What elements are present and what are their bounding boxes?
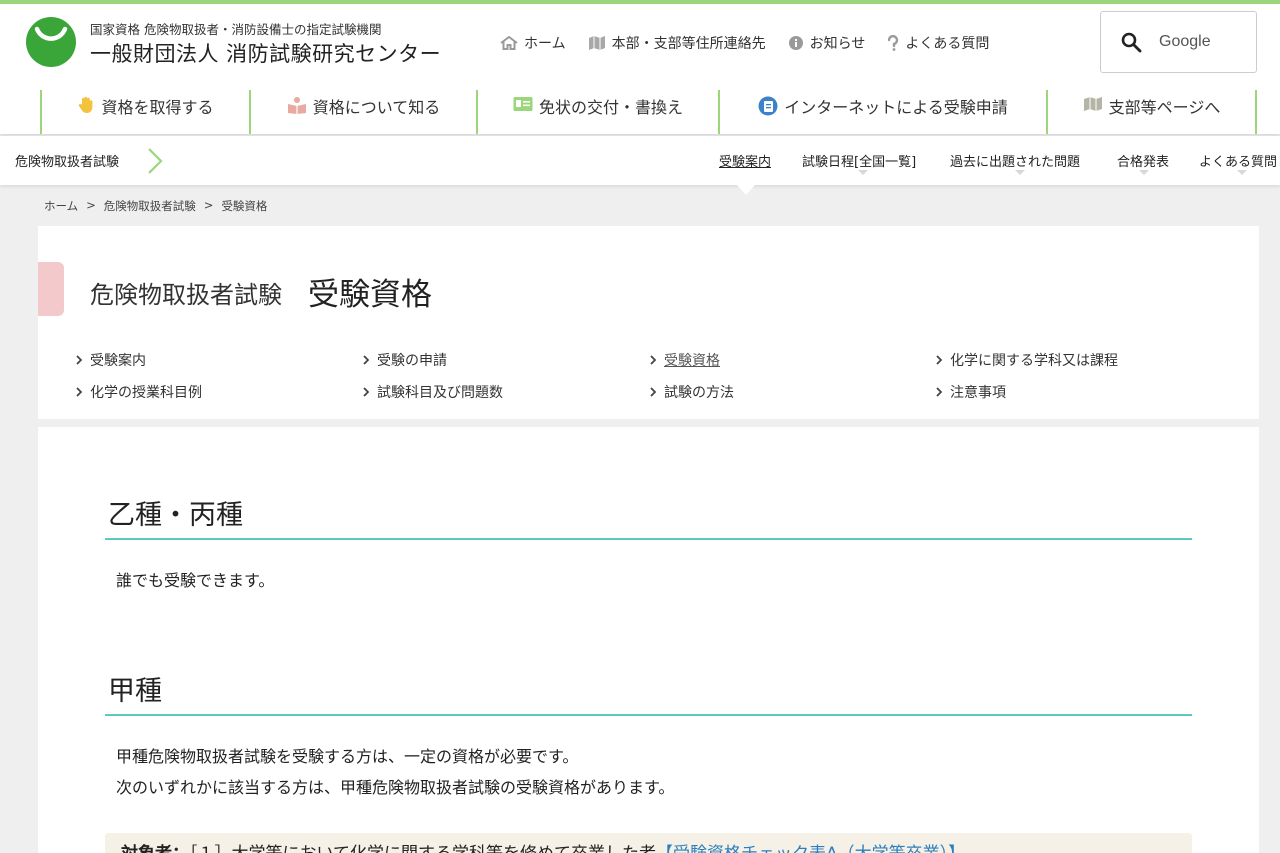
section-heading-kou: 甲種 <box>108 676 162 707</box>
util-faq-label: よくある質問 <box>905 36 990 52</box>
gnav-about-qualification-label: 資格について知る <box>312 98 441 117</box>
page-title-prefix: 危険物取扱者試験 <box>90 281 282 309</box>
otsu-hei-body: 誰でも受験できます。 <box>116 571 275 590</box>
chevron-right-icon <box>363 355 369 365</box>
gnav-internet-application-label: インターネットによる受験申請 <box>784 98 1008 117</box>
util-address-label: 本部・支部等住所連絡先 <box>611 36 766 52</box>
gnav-get-qualification-label: 資格を取得する <box>101 98 214 117</box>
info-icon <box>788 36 803 50</box>
util-news-label: お知らせ <box>809 36 866 52</box>
sub-link-application[interactable]: 受験の申請 <box>363 350 447 370</box>
util-home-link[interactable]: ホーム <box>500 33 566 53</box>
map-icon <box>588 36 605 50</box>
title-accent-bar <box>38 262 64 316</box>
gnav-branch-pages[interactable]: 支部等ページへ <box>1048 90 1255 134</box>
site-header: 国家資格 危険物取扱者・消防設備士の指定試験機関 一般財団法人 消防試験研究セン… <box>0 4 1280 134</box>
util-faq-link[interactable]: よくある質問 <box>887 33 989 53</box>
dropdown-caret-icon <box>1237 170 1247 175</box>
sub-link-chemistry-course[interactable]: 化学に関する学科又は課程 <box>936 350 1118 370</box>
local-nav-links: 受験案内 試験日程[全国一覧] 過去に出題された問題 合格発表 よくある質問 <box>0 151 1280 171</box>
local-link-exam-guide[interactable]: 受験案内 <box>719 151 771 170</box>
breadcrumb-separator: > <box>203 198 214 212</box>
kou-body-line1: 甲種危険物取扱者試験を受験する方は、一定の資格が必要です。 <box>116 747 579 766</box>
home-icon <box>500 36 518 50</box>
page-title: 受験資格 <box>308 277 432 313</box>
chevron-right-icon <box>936 355 942 365</box>
gnav-about-qualification[interactable]: 資格について知る <box>251 90 476 134</box>
global-nav: 資格を取得する 資格について知る 免状の交付・書換え インターネットによる受験申… <box>0 90 1280 134</box>
gnav-license-label: 免状の交付・書換え <box>538 98 683 117</box>
target-text: 対象者：［１］大学等において化学に関する学科等を修めて卒業した者【受験資格チェッ… <box>121 839 965 853</box>
sub-link-chemistry-subjects[interactable]: 化学の授業科目例 <box>76 382 202 402</box>
sub-link-label: 化学に関する学科又は課程 <box>950 353 1118 369</box>
section-heading-otsu-hei: 乙種・丙種 <box>108 500 243 531</box>
sub-link-label: 試験の方法 <box>664 385 734 401</box>
sub-link-label: 化学の授業科目例 <box>90 385 202 401</box>
target-box: 対象者：［１］大学等において化学に関する学科等を修めて卒業した者【受験資格チェッ… <box>105 833 1192 853</box>
breadcrumb-current: 受験資格 <box>221 199 268 213</box>
sub-link-notes[interactable]: 注意事項 <box>936 382 1006 402</box>
gnav-internet-application[interactable]: インターネットによる受験申請 <box>720 90 1046 134</box>
dropdown-caret-icon <box>1015 170 1025 175</box>
util-news-link[interactable]: お知らせ <box>788 33 866 53</box>
gnav-divider <box>1255 90 1257 134</box>
section-divider <box>105 538 1192 540</box>
util-address-link[interactable]: 本部・支部等住所連絡先 <box>588 33 766 53</box>
breadcrumb-exam[interactable]: 危険物取扱者試験 <box>104 198 196 214</box>
local-link-schedule[interactable]: 試験日程[全国一覧] <box>802 151 916 170</box>
page-title-card: 危険物取扱者試験 受験資格 受験案内 受験の申請 受験資格 化学に関する学科又は… <box>38 226 1259 419</box>
breadcrumb-separator: > <box>86 198 96 212</box>
breadcrumb: ホーム > 危険物取扱者試験 > 受験資格 <box>44 198 275 214</box>
dropdown-caret-icon <box>1139 170 1149 175</box>
gnav-get-qualification[interactable]: 資格を取得する <box>42 90 249 134</box>
logo-icon[interactable] <box>26 17 76 67</box>
current-page-pointer <box>737 185 755 195</box>
dropdown-caret-icon <box>858 170 868 175</box>
id-card-icon <box>513 97 533 111</box>
kou-body-line2: 次のいずれかに該当する方は、甲種危険物取扱者試験の受験資格があります。 <box>116 778 675 797</box>
main-content: 乙種・丙種 誰でも受験できます。 甲種 甲種危険物取扱者試験を受験する方は、一定… <box>38 427 1259 853</box>
sub-link-label: 注意事項 <box>950 385 1006 401</box>
chevron-right-icon <box>76 387 82 397</box>
sub-link-eligibility[interactable]: 受験資格 <box>650 350 720 370</box>
local-link-faq[interactable]: よくある質問 <box>1199 151 1277 170</box>
book-icon <box>287 97 306 114</box>
sub-link-exam-subjects[interactable]: 試験科目及び問題数 <box>363 382 503 402</box>
gnav-license[interactable]: 免状の交付・書換え <box>478 90 718 134</box>
local-link-results[interactable]: 合格発表 <box>1117 151 1169 170</box>
org-subtitle: 国家資格 危険物取扱者・消防設備士の指定試験機関 <box>90 22 382 37</box>
local-link-past-questions[interactable]: 過去に出題された問題 <box>950 151 1080 170</box>
checklist-a-link[interactable]: 【受験資格チェック表A（大学等卒業）】 <box>656 844 965 853</box>
question-icon <box>888 35 899 51</box>
search-icon[interactable] <box>1120 31 1142 53</box>
target-description: ［１］大学等において化学に関する学科等を修めて卒業した者 <box>189 844 656 853</box>
utility-nav: ホーム 本部・支部等住所連絡先 お知らせ よくある質問 <box>500 32 1011 54</box>
hand-icon <box>79 96 93 113</box>
search-box[interactable] <box>1100 11 1257 73</box>
sub-link-label: 受験資格 <box>664 353 720 369</box>
gnav-branch-pages-label: 支部等ページへ <box>1108 98 1221 117</box>
chevron-right-icon <box>76 355 82 365</box>
sub-link-label: 試験科目及び問題数 <box>377 385 503 401</box>
section-divider <box>105 714 1192 716</box>
sub-link-exam-method[interactable]: 試験の方法 <box>650 382 734 402</box>
chevron-right-icon <box>650 355 656 365</box>
breadcrumb-home[interactable]: ホーム <box>44 198 78 214</box>
map-icon <box>1083 97 1102 111</box>
chevron-right-icon <box>650 387 656 397</box>
sub-link-label: 受験の申請 <box>377 353 447 369</box>
search-input[interactable] <box>1159 29 1251 55</box>
util-home-label: ホーム <box>524 36 566 52</box>
local-nav: 危険物取扱者試験 受験案内 試験日程[全国一覧] 過去に出題された問題 合格発表… <box>0 136 1280 185</box>
target-lead: 対象者： <box>121 844 189 853</box>
org-name[interactable]: 一般財団法人 消防試験研究センター <box>90 38 441 68</box>
chevron-right-icon <box>363 387 369 397</box>
chevron-right-icon <box>936 387 942 397</box>
sub-link-exam-guide[interactable]: 受験案内 <box>76 350 146 370</box>
internet-icon <box>758 96 778 116</box>
sub-link-label: 受験案内 <box>90 353 146 369</box>
